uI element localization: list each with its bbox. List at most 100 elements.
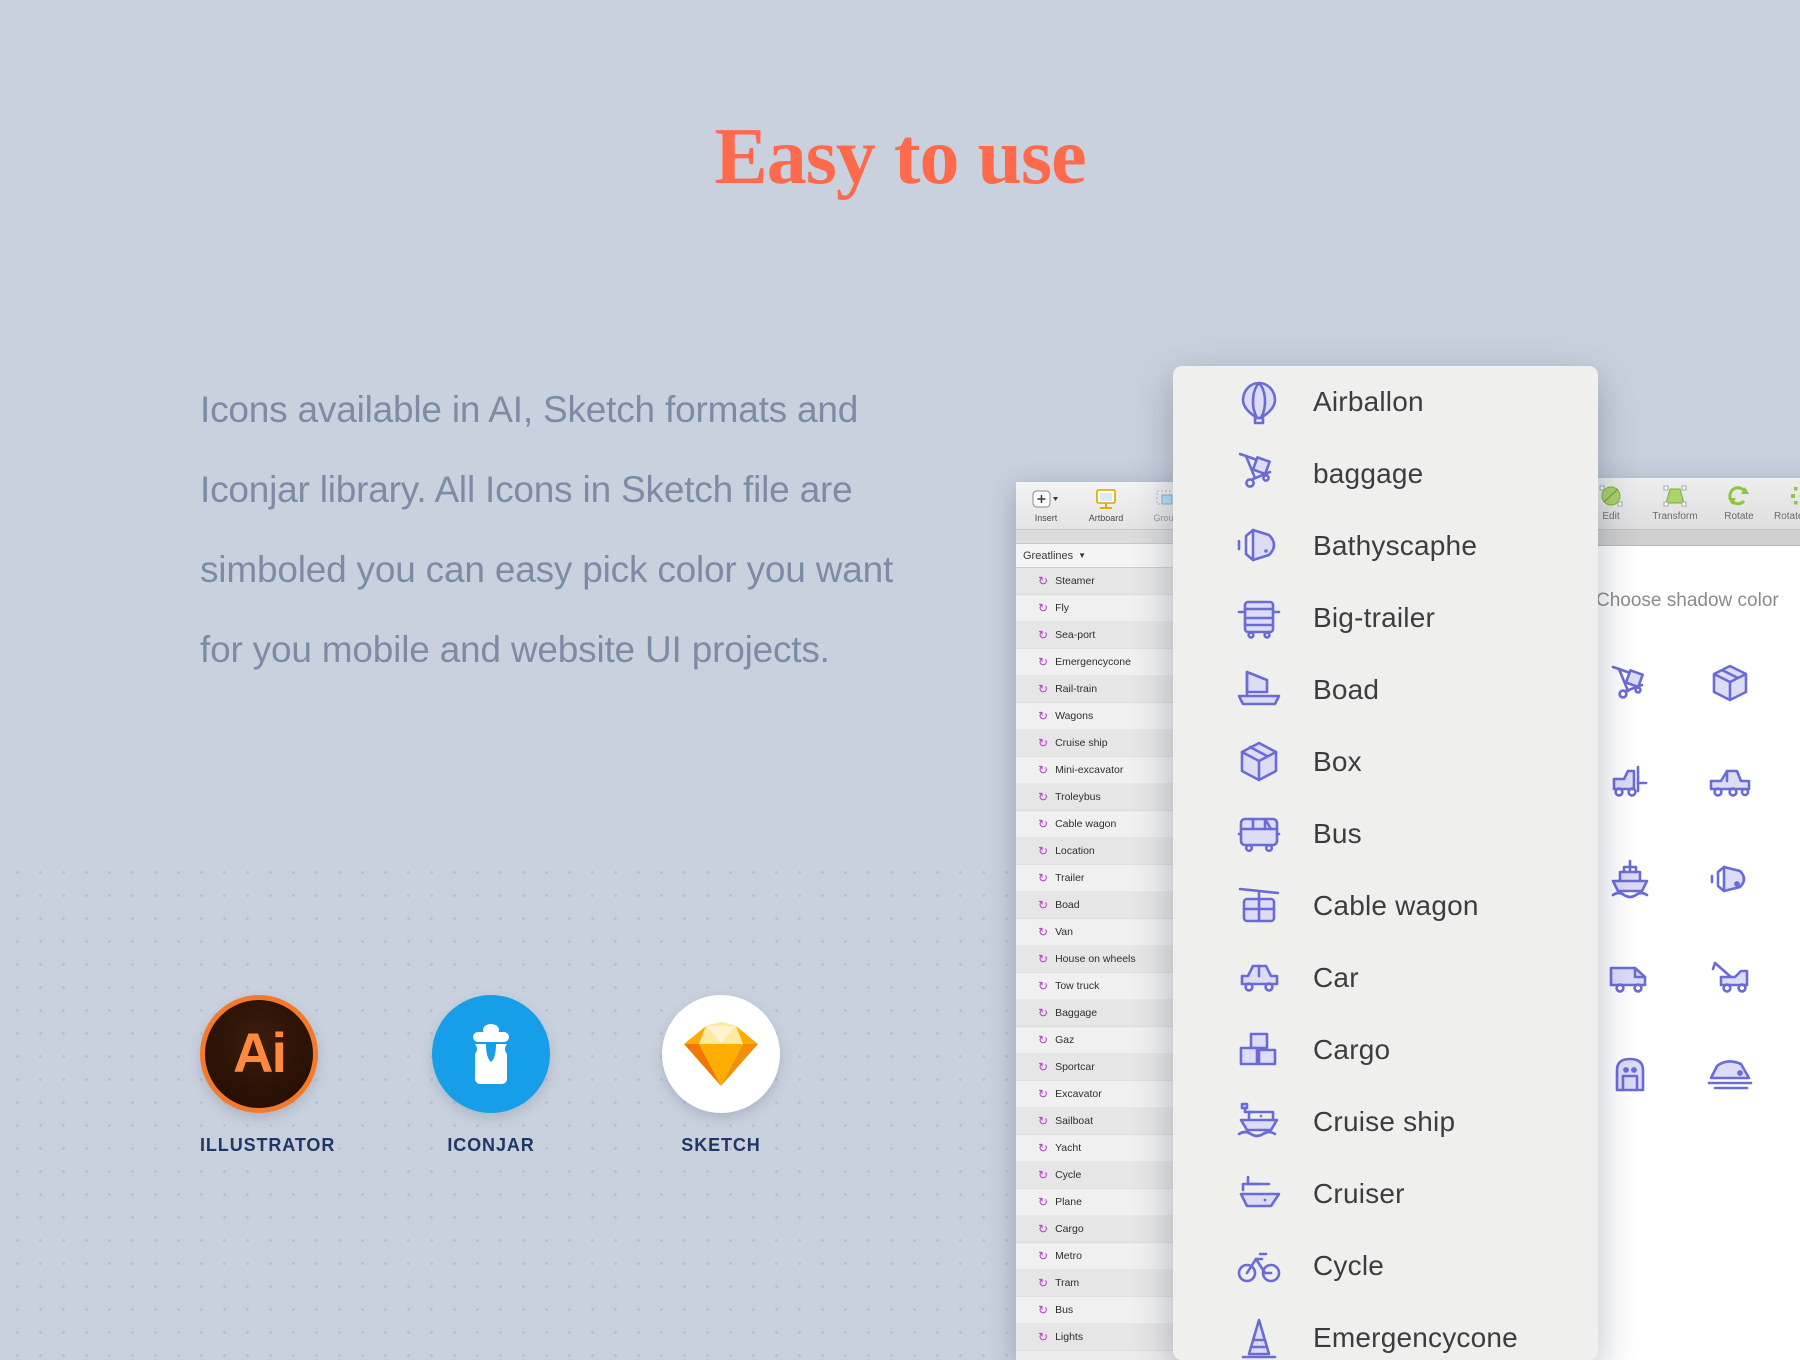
symbol-icon: ↻ bbox=[1038, 1168, 1049, 1182]
layer-row[interactable]: ↻ Sportcar bbox=[1016, 1054, 1196, 1081]
sketch-toolbar: Insert Artboard Group bbox=[1016, 482, 1196, 530]
layer-row[interactable]: ↻ Van bbox=[1016, 919, 1196, 946]
icon-list-item-label: Cable wagon bbox=[1313, 890, 1479, 921]
rotate-icon bbox=[1710, 483, 1768, 509]
bathyscaphe-icon[interactable] bbox=[1702, 856, 1758, 902]
icon-list-item[interactable]: Cargo bbox=[1173, 1014, 1598, 1086]
layer-row[interactable]: ↻ Fly bbox=[1016, 595, 1196, 622]
plus-dropdown-icon bbox=[1024, 488, 1068, 510]
layer-row[interactable]: ↻ Sea-port bbox=[1016, 622, 1196, 649]
airballoon-icon bbox=[1235, 378, 1283, 426]
illustrator-icon: Ai bbox=[200, 995, 318, 1113]
box-icon[interactable] bbox=[1702, 660, 1758, 706]
badge-illustrator[interactable]: Ai ILLUSTRATOR bbox=[200, 995, 334, 1156]
toolbar-insert[interactable]: Insert bbox=[1024, 488, 1068, 523]
icon-list-item[interactable]: Car bbox=[1173, 942, 1598, 1014]
layer-row[interactable]: ↻ Plane bbox=[1016, 1189, 1196, 1216]
layer-row[interactable]: ↻ Tow truck bbox=[1016, 973, 1196, 1000]
icon-list-item[interactable]: Cable wagon bbox=[1173, 870, 1598, 942]
illustrator-toolbar: Edit Transform Rotate Rotat bbox=[1580, 478, 1800, 530]
icon-list-item[interactable]: Box bbox=[1173, 726, 1598, 798]
icon-list-item[interactable]: Bus bbox=[1173, 798, 1598, 870]
icon-list-item[interactable]: Cruiser bbox=[1173, 1158, 1598, 1230]
tow-truck-front-icon[interactable] bbox=[1702, 758, 1758, 804]
layer-row[interactable]: ↻ House on wheels bbox=[1016, 946, 1196, 973]
layer-row[interactable]: ↻ Cycle bbox=[1016, 1162, 1196, 1189]
layer-name: Fly bbox=[1055, 602, 1070, 614]
metro-icon[interactable] bbox=[1602, 1052, 1658, 1098]
artboard-easel-icon bbox=[1084, 488, 1128, 510]
tow-truck-icon[interactable] bbox=[1702, 954, 1758, 1000]
toolbar-artboard[interactable]: Artboard bbox=[1084, 488, 1128, 523]
badge-sketch[interactable]: SKETCH bbox=[662, 995, 780, 1156]
layer-name: Plane bbox=[1055, 1196, 1082, 1208]
symbol-icon: ↻ bbox=[1038, 1195, 1049, 1209]
icon-list-item[interactable]: Big-trailer bbox=[1173, 582, 1598, 654]
icon-list-item[interactable]: baggage bbox=[1173, 438, 1598, 510]
layer-row[interactable]: ↻ Trailer bbox=[1016, 865, 1196, 892]
symbol-icon: ↻ bbox=[1038, 925, 1049, 939]
layer-name: Cruise ship bbox=[1055, 737, 1108, 749]
layer-row[interactable]: ↻ Troleybus bbox=[1016, 784, 1196, 811]
icon-list-item-label: Car bbox=[1313, 962, 1359, 993]
layer-row[interactable]: ↻ Cargo bbox=[1016, 1216, 1196, 1243]
tool-rotate-copies[interactable]: Rotate Copies bbox=[1774, 483, 1800, 522]
icon-list-item[interactable]: Cruise ship bbox=[1173, 1086, 1598, 1158]
layers-list[interactable]: ↻ Steamer ↻ Fly ↻ Sea-port ↻ Emergencycone ↻ Rail… bbox=[1016, 568, 1196, 1360]
layer-row[interactable]: ↻ Steamer bbox=[1016, 568, 1196, 595]
symbol-icon: ↻ bbox=[1038, 655, 1049, 669]
symbol-icon: ↻ bbox=[1038, 574, 1049, 588]
layer-row[interactable]: ↻ Sailboat bbox=[1016, 1108, 1196, 1135]
symbol-icon: ↻ bbox=[1038, 1303, 1049, 1317]
ship-icon[interactable] bbox=[1602, 856, 1658, 902]
layer-row[interactable]: ↻ Boad bbox=[1016, 892, 1196, 919]
icon-name-overlay-list[interactable]: Airballon baggage Bathyscaphe Big-trailer Bo… bbox=[1173, 366, 1598, 1360]
tool-transform[interactable]: Transform bbox=[1646, 483, 1704, 522]
layer-name: Emergencycone bbox=[1055, 656, 1131, 668]
cruise-ship-icon bbox=[1235, 1098, 1283, 1146]
icon-list-item[interactable]: Emergencycone bbox=[1173, 1302, 1598, 1360]
layer-row[interactable]: ↻ Tram bbox=[1016, 1270, 1196, 1297]
layer-row[interactable]: ↻ Cruise ship bbox=[1016, 730, 1196, 757]
layer-row[interactable]: ↻ Yacht bbox=[1016, 1135, 1196, 1162]
layer-row[interactable]: ↻ Baggage bbox=[1016, 1000, 1196, 1027]
layer-name: Cycle bbox=[1055, 1169, 1082, 1181]
chevron-down-icon[interactable]: ▼ bbox=[1078, 551, 1086, 560]
hand-truck-icon bbox=[1235, 450, 1283, 498]
layer-row[interactable]: ↻ Bus bbox=[1016, 1297, 1196, 1324]
layer-name: Mini-excavator bbox=[1055, 764, 1124, 776]
symbol-icon: ↻ bbox=[1038, 898, 1049, 912]
layer-row[interactable]: ↻ Cable wagon bbox=[1016, 811, 1196, 838]
layer-row[interactable]: ↻ Wagons bbox=[1016, 703, 1196, 730]
layers-group-title: Greatlines bbox=[1023, 549, 1074, 562]
layer-name: Location bbox=[1055, 845, 1095, 857]
speed-train-icon[interactable] bbox=[1702, 1052, 1758, 1098]
layer-row[interactable]: ↻ Metro bbox=[1016, 1243, 1196, 1270]
forklift-icon[interactable] bbox=[1602, 758, 1658, 804]
layer-row[interactable]: ↻ Rail-train bbox=[1016, 676, 1196, 703]
icon-list-item[interactable]: Airballon bbox=[1173, 366, 1598, 438]
tool-rotate[interactable]: Rotate bbox=[1710, 483, 1768, 522]
layer-row[interactable]: ↻ Gaz bbox=[1016, 1027, 1196, 1054]
layer-name: Rail-train bbox=[1055, 683, 1098, 695]
icon-list-item[interactable]: Boad bbox=[1173, 654, 1598, 726]
layer-row[interactable]: ↻ Location bbox=[1016, 838, 1196, 865]
icon-list-item[interactable]: Cycle bbox=[1173, 1230, 1598, 1302]
van-icon[interactable] bbox=[1602, 954, 1658, 1000]
layer-row[interactable]: ↻ Emergencycone bbox=[1016, 649, 1196, 676]
layer-row[interactable]: ↻ Lights bbox=[1016, 1324, 1196, 1351]
sketch-diamond-icon bbox=[662, 995, 780, 1113]
symbol-icon: ↻ bbox=[1038, 952, 1049, 966]
icon-list-item-label: Box bbox=[1313, 746, 1362, 777]
rotate-copies-icon bbox=[1774, 483, 1800, 509]
layer-row[interactable]: ↻ Excavator bbox=[1016, 1081, 1196, 1108]
badge-iconjar[interactable]: ICONJAR bbox=[432, 995, 550, 1156]
layers-list-header[interactable]: Greatlines ▼ bbox=[1016, 544, 1196, 568]
intro-paragraph: Icons available in AI, Sketch formats an… bbox=[200, 389, 894, 670]
icon-list-item[interactable]: Bathyscaphe bbox=[1173, 510, 1598, 582]
layer-name: Lights bbox=[1055, 1331, 1084, 1343]
hand-truck-icon[interactable] bbox=[1602, 660, 1658, 706]
symbol-icon: ↻ bbox=[1038, 682, 1049, 696]
layer-row[interactable]: ↻ Mini-excavator bbox=[1016, 757, 1196, 784]
tool-label-transform: Transform bbox=[1652, 511, 1698, 522]
